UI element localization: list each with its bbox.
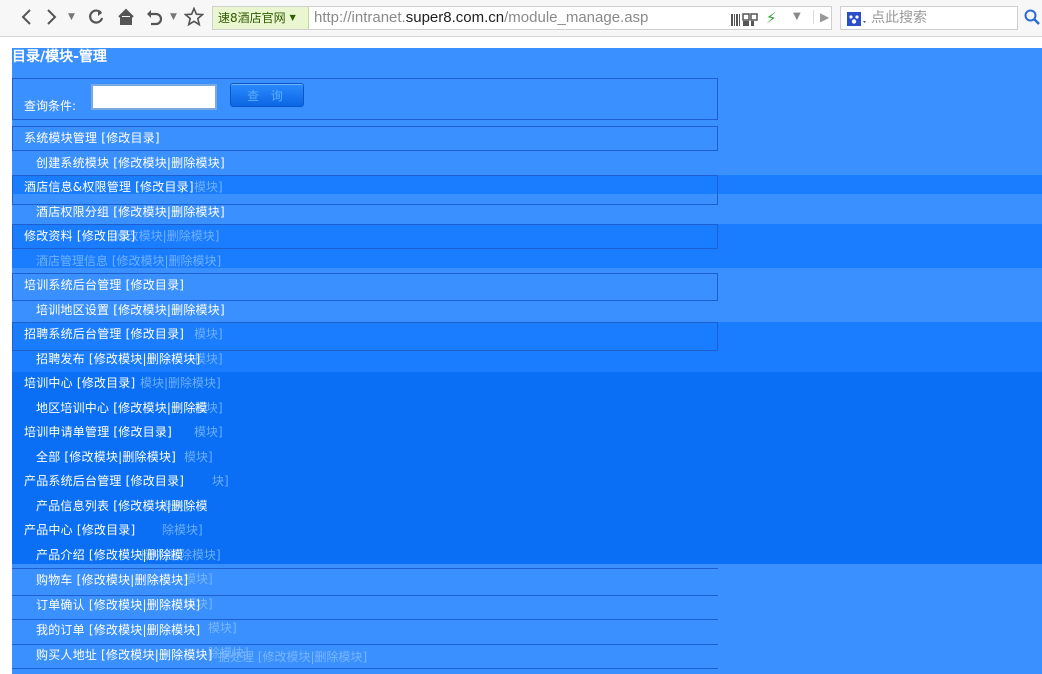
module-row[interactable]: 地区培训中心 [修改模块|删除模 — [36, 400, 208, 416]
directory-row[interactable]: 培训中心 [修改目录] — [24, 375, 135, 391]
ghost-text: 模块|删除模块] — [140, 376, 221, 390]
module-row[interactable]: 全部 [修改模块|删除模块] — [36, 449, 176, 465]
ghost-text: 模块] — [184, 572, 213, 586]
url-text: http://intranet.super8.com.cn/module_man… — [314, 7, 648, 29]
qr-code-icon[interactable] — [731, 12, 759, 31]
directory-row[interactable]: 招聘系统后台管理 [修改目录] — [24, 326, 184, 342]
site-badge-label: 速8酒店官网 — [218, 11, 286, 25]
back-icon[interactable] — [16, 6, 36, 28]
module-row[interactable]: 购买人地址 [修改模块|删除模块] — [36, 647, 213, 663]
directory-row[interactable]: 产品系统后台管理 [修改目录] — [24, 473, 184, 489]
site-badge[interactable]: 速8酒店官网 ▼ — [213, 7, 309, 29]
ghost-text: 模块] — [208, 621, 237, 635]
module-row[interactable]: 订单确认 [修改模块|删除模块] — [36, 597, 200, 613]
module-row[interactable]: 酒店权限分组 [修改模块|删除模块] — [36, 204, 225, 220]
ghost-text: 块] — [212, 474, 229, 488]
address-dropdown-icon[interactable]: ▼ — [793, 11, 801, 22]
divider — [12, 668, 718, 669]
directory-row[interactable]: 酒店信息&权限管理 [修改目录] — [24, 179, 194, 195]
home-icon[interactable] — [116, 6, 136, 28]
url-scheme: http://intranet. — [314, 9, 406, 26]
query-input[interactable] — [91, 84, 217, 110]
ghost-text: 除模块] — [162, 523, 203, 537]
module-row[interactable]: 培训地区设置 [修改模块|删除模块] — [36, 302, 225, 318]
browser-search-box[interactable]: 点此搜索 — [840, 6, 1018, 30]
browser-toolbar: ▼ ▼ 速8酒店官网 ▼ http://intranet.super8.com.… — [0, 0, 1042, 37]
forward-history-icon[interactable]: ▼ — [68, 12, 75, 22]
directory-row[interactable]: 产品中心 [修改目录] — [24, 522, 135, 538]
go-arrow-icon[interactable]: ▶ — [813, 10, 829, 24]
module-row[interactable]: 购物车 [修改模块|删除模块] — [36, 572, 188, 588]
module-manage-page: 目录/模块-管理 查询条件: 查 询 模块] [修改模块|删除模块] 酒店管理信… — [12, 48, 1042, 674]
ghost-text: 据处理 [修改模块|删除模块] — [218, 650, 368, 664]
ghost-text: 模块] — [184, 450, 213, 464]
address-bar[interactable]: 速8酒店官网 ▼ http://intranet.super8.com.cn/m… — [212, 6, 832, 30]
undo-close-icon[interactable] — [144, 6, 164, 28]
directory-row[interactable]: 系统模块管理 [修改目录] — [24, 130, 160, 146]
undo-history-icon[interactable]: ▼ — [170, 12, 177, 22]
search-engine-paw-icon[interactable] — [847, 11, 867, 30]
directory-row[interactable]: 培训系统后台管理 [修改目录] — [24, 277, 184, 293]
divider — [12, 595, 718, 596]
module-row[interactable]: 招聘发布 [修改模块|删除模块] — [36, 351, 200, 367]
query-button[interactable]: 查 询 — [230, 83, 304, 107]
search-magnifier-icon[interactable] — [1024, 9, 1040, 29]
ghost-text: 模块] — [194, 180, 223, 194]
url-path: /module_manage.asp — [504, 9, 649, 26]
module-row[interactable]: 我的订单 [修改模块|删除模块] — [36, 622, 200, 638]
forward-icon[interactable] — [42, 6, 62, 28]
directory-row[interactable]: 培训申请单管理 [修改目录] — [24, 424, 172, 440]
site-badge-caret-icon: ▼ — [289, 13, 296, 22]
ghost-text: 模块] — [194, 425, 223, 439]
divider — [12, 619, 718, 620]
search-placeholder: 点此搜索 — [871, 10, 927, 26]
module-row[interactable]: 创建系统模块 [修改模块|删除模块] — [36, 155, 225, 171]
module-row[interactable]: 产品信息列表 [修改模块|删除模 — [36, 498, 208, 514]
refresh-icon[interactable] — [86, 6, 106, 28]
speed-mode-bolt-icon[interactable]: ⚡ — [766, 9, 777, 27]
favorite-star-icon[interactable] — [184, 6, 204, 28]
divider — [12, 568, 718, 569]
query-label: 查询条件: — [24, 99, 77, 113]
ghost-text: 酒店管理信息 [修改模块|删除模块] — [36, 254, 222, 268]
url-host: super8.com.cn — [405, 9, 505, 26]
page-title: 目录/模块-管理 — [12, 49, 107, 65]
divider — [12, 644, 718, 645]
directory-row[interactable]: 修改资料 [修改目录] — [24, 228, 135, 244]
module-row[interactable]: 产品介绍 [修改模块|删除模 — [36, 547, 183, 563]
ghost-text: 模块] — [194, 327, 223, 341]
